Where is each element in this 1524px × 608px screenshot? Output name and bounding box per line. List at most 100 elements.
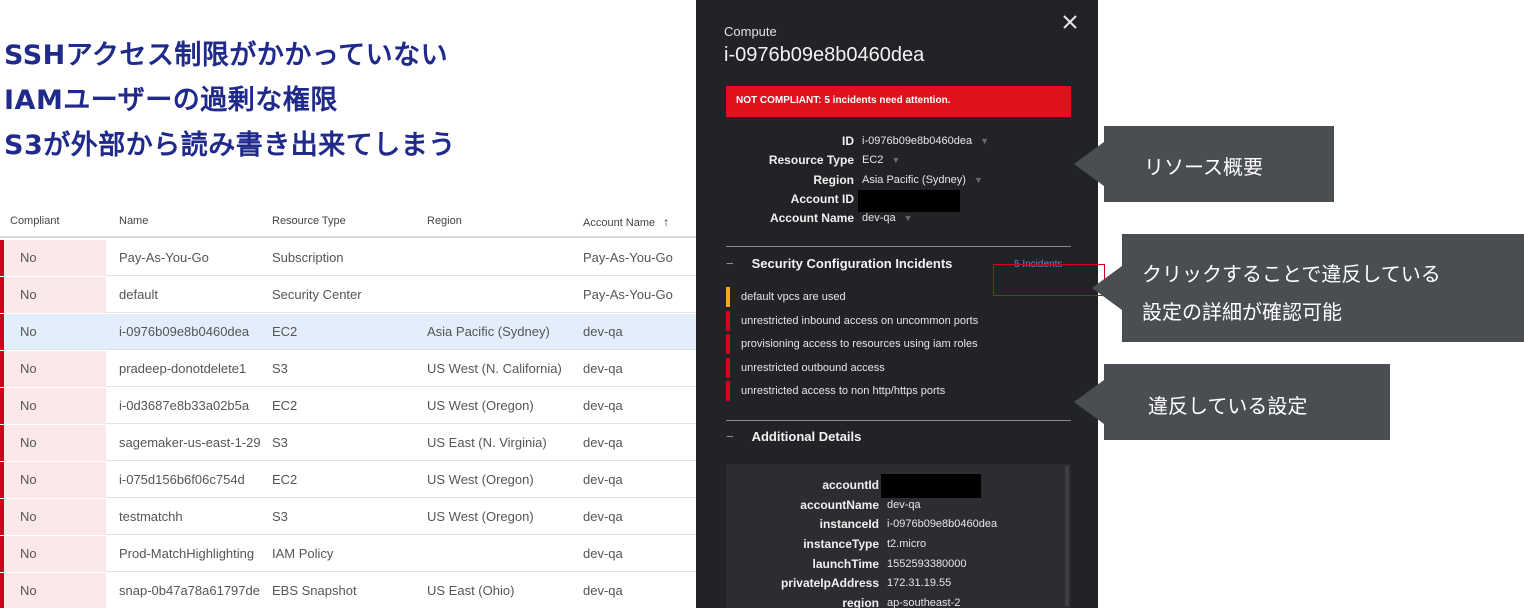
incident-item[interactable]: unrestricted outbound access (726, 358, 1071, 378)
callout-violations: 違反している設定 (1074, 364, 1390, 440)
details-section-title: Additional Details (751, 429, 862, 444)
incident-text: default vpcs are used (741, 291, 846, 303)
summary-value: Asia Pacific (Sydney) ▼ (862, 174, 983, 186)
noncompliant-banner: NOT COMPLIANT: 5 incidents need attentio… (726, 86, 1071, 117)
close-icon[interactable] (1058, 10, 1082, 34)
resource-table: Compliant Name Resource Type Region Acco… (0, 204, 696, 608)
cell-account-name: dev-qa (583, 324, 623, 339)
summary-row-id: ID i-0976b09e8b0460dea ▼ (696, 132, 1096, 152)
table-row[interactable]: No pradeep-donotdelete1 S3 US West (N. Cali… (0, 351, 696, 387)
headline: SSHアクセス制限がかかっていない IAMユーザーの過剰な権限 S3が外部から読… (4, 36, 684, 171)
cell-region: US West (Oregon) (427, 472, 534, 487)
cell-account-name: Pay-As-You-Go (583, 287, 673, 302)
detail-key: accountId (822, 478, 879, 492)
cell-resource-type: Subscription (272, 250, 344, 265)
cell-name: Prod-MatchHighlighting (119, 546, 255, 561)
table-row[interactable]: No default Security Center Pay-As-You-Go (0, 277, 696, 313)
cell-account-name: Pay-As-You-Go (583, 250, 673, 265)
cell-resource-type: S3 (272, 509, 288, 524)
cell-compliant: No (20, 324, 37, 339)
cell-resource-type: EC2 (272, 472, 298, 487)
table-row[interactable]: No i-0d3687e8b33a02b5a EC2 US West (Oregon)… (0, 388, 696, 424)
table-row[interactable]: No i-0976b09e8b0460dea EC2 Asia Pacific (Sy… (0, 314, 696, 350)
table-header: Compliant Name Resource Type Region Acco… (0, 204, 696, 238)
cell-name: pradeep-donotdelete1 (119, 361, 247, 376)
cell-name: sagemaker-us-east-1-29 (119, 435, 261, 450)
column-header-compliant[interactable]: Compliant (10, 215, 60, 227)
severity-indicator (726, 334, 730, 354)
cell-name: i-075d156b6f06c754d (119, 472, 245, 487)
callout-click-detail: クリックすることで違反している 設定の詳細が確認可能 (1092, 234, 1524, 342)
callout-summary: リソース概要 (1074, 126, 1334, 202)
cell-name: i-0976b09e8b0460dea (119, 324, 250, 339)
cell-account-name: dev-qa (583, 361, 623, 376)
highlight-box (993, 264, 1105, 296)
additional-details: accountId accountName dev-qa instanceId … (726, 464, 1071, 608)
filter-icon[interactable]: ▼ (980, 136, 989, 146)
cell-compliant: No (20, 398, 37, 413)
cell-account-name: dev-qa (583, 546, 623, 561)
table-row[interactable]: No snap-0b47a78a61797de EBS Snapshot US Eas… (0, 573, 696, 608)
cell-region: US West (Oregon) (427, 509, 534, 524)
summary-value: EC2 ▼ (862, 154, 900, 166)
callout-pointer (1074, 142, 1104, 186)
detail-row: region ap-southeast-2 (726, 594, 1071, 608)
column-header-account-name[interactable]: Account Name ↑ (583, 215, 669, 229)
table-row[interactable]: No Pay-As-You-Go Subscription Pay-As-You-Go (0, 240, 696, 276)
cell-resource-type: EBS Snapshot (272, 583, 357, 598)
cell-account-name: dev-qa (583, 435, 623, 450)
detail-key: accountName (800, 498, 879, 512)
detail-row: instanceId i-0976b09e8b0460dea (726, 515, 1071, 535)
headline-line-1: SSHアクセス制限がかかっていない (4, 40, 449, 71)
incident-text: unrestricted access to non http/https po… (741, 385, 946, 397)
incident-text: unrestricted outbound access (741, 362, 885, 374)
table-row[interactable]: No sagemaker-us-east-1-29 S3 US East (N. Vi… (0, 425, 696, 461)
detail-row: accountName dev-qa (726, 496, 1071, 516)
cell-region: US West (Oregon) (427, 398, 534, 413)
incident-item[interactable]: unrestricted access to non http/https po… (726, 381, 1071, 401)
collapse-icon[interactable]: − (726, 429, 734, 444)
cell-name: default (119, 287, 159, 302)
cell-name: i-0d3687e8b33a02b5a (119, 398, 250, 413)
filter-icon[interactable]: ▼ (974, 175, 983, 185)
severity-indicator (726, 358, 730, 378)
cell-resource-type: EC2 (272, 324, 298, 339)
details-section-header[interactable]: − Additional Details (726, 429, 861, 444)
summary-key: Region (813, 173, 854, 187)
cell-compliant: No (20, 250, 37, 265)
column-header-name[interactable]: Name (119, 215, 148, 227)
cell-region: US East (Ohio) (427, 583, 515, 598)
resource-detail-panel: Compute i-0976b09e8b0460dea NOT COMPLIAN… (696, 0, 1098, 608)
detail-row: instanceType t2.micro (726, 535, 1071, 555)
cell-name: Pay-As-You-Go (119, 250, 209, 265)
incidents-section-header[interactable]: − Security Configuration Incidents (726, 256, 952, 271)
incident-text: provisioning access to resources using i… (741, 338, 978, 350)
cell-compliant: No (20, 509, 37, 524)
column-header-account-name-label: Account Name (583, 217, 656, 229)
table-row[interactable]: No i-075d156b6f06c754d EC2 US West (Oregon)… (0, 462, 696, 498)
cell-compliant: No (20, 472, 37, 487)
detail-key: launchTime (812, 557, 879, 571)
sort-ascending-icon[interactable]: ↑ (663, 215, 669, 229)
severity-indicator (726, 311, 730, 331)
resource-kind: Compute (724, 24, 777, 39)
cell-account-name: dev-qa (583, 509, 623, 524)
summary-row-account-id: Account ID (696, 190, 1096, 212)
collapse-icon[interactable]: − (726, 256, 734, 271)
incident-item[interactable]: unrestricted inbound access on uncommon … (726, 311, 1071, 331)
noncompliant-banner-text: NOT COMPLIANT: 5 incidents need attentio… (736, 95, 951, 106)
summary-value-text: dev-qa (862, 212, 896, 224)
filter-icon[interactable]: ▼ (891, 155, 900, 165)
filter-icon[interactable]: ▼ (904, 213, 913, 223)
column-header-region[interactable]: Region (427, 215, 462, 227)
incident-item[interactable]: provisioning access to resources using i… (726, 334, 1071, 354)
cell-name: testmatchh (119, 509, 183, 524)
summary-row-resource-type: Resource Type EC2 ▼ (696, 151, 1096, 171)
table-row[interactable]: No testmatchh S3 US West (Oregon) dev-qa (0, 499, 696, 535)
table-row[interactable]: No Prod-MatchHighlighting IAM Policy dev-qa (0, 536, 696, 572)
cell-account-name: dev-qa (583, 583, 623, 598)
noncompliant-flag (0, 314, 4, 350)
redacted-value (881, 474, 981, 498)
column-header-resource-type[interactable]: Resource Type (272, 215, 346, 227)
detail-value: 1552593380000 (887, 558, 967, 570)
